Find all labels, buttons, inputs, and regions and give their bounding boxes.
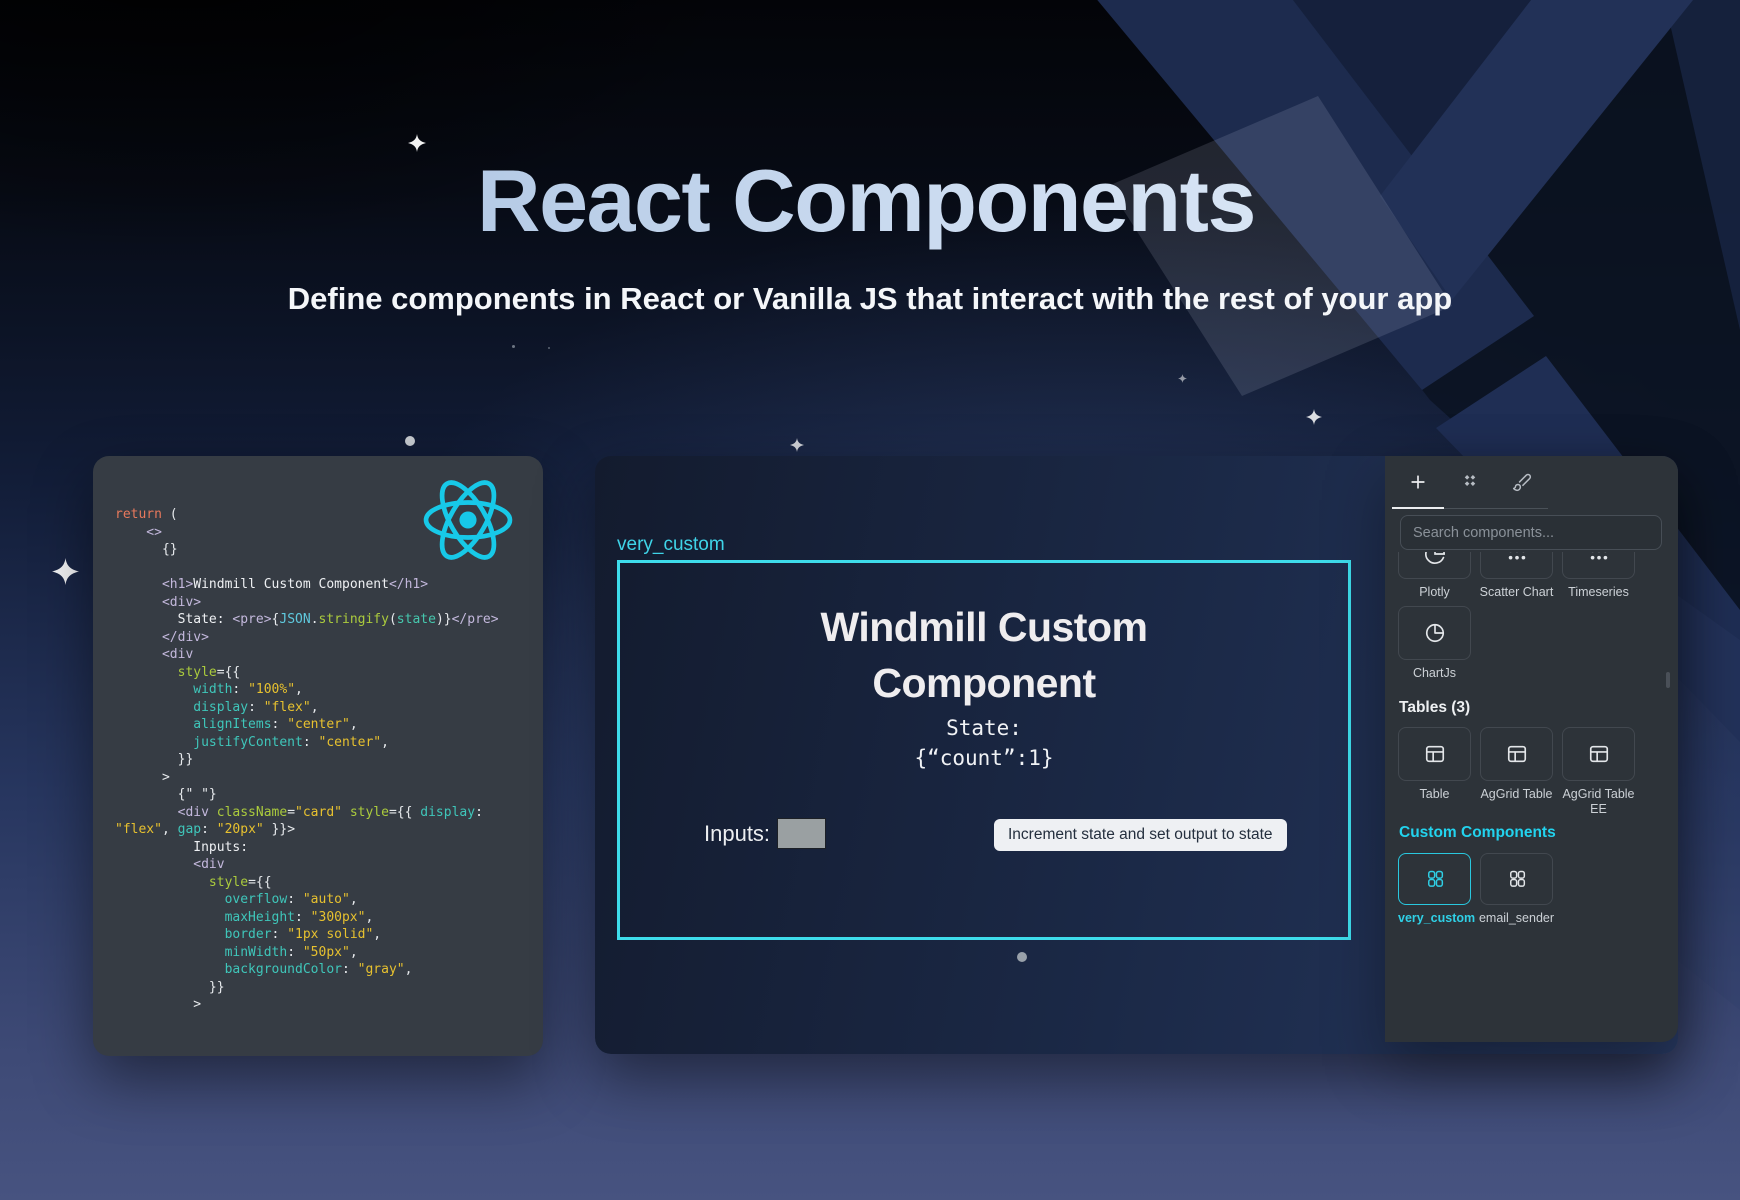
component-card-email-sender[interactable]: email_sender <box>1480 853 1553 926</box>
dot-decoration <box>512 345 515 348</box>
dots-grid-icon <box>1506 552 1528 565</box>
tab-styling[interactable] <box>1496 456 1548 508</box>
page-title: React Components <box>0 150 1732 252</box>
sparkle-decoration <box>1306 409 1322 425</box>
pie-chart-icon <box>1424 622 1446 644</box>
component-card-table[interactable]: Table <box>1398 727 1471 802</box>
state-value: {“count”:1} <box>620 743 1348 773</box>
sparkle-decoration <box>790 438 804 452</box>
dots-grid-icon <box>1588 552 1610 565</box>
brush-icon <box>1512 472 1532 492</box>
dot-decoration <box>548 347 550 349</box>
tab-insert-component[interactable] <box>1392 456 1444 509</box>
component-card-timeseries[interactable]: Timeseries <box>1562 552 1635 600</box>
component-card-very-custom[interactable]: very_custom <box>1398 853 1471 926</box>
component-state-display: State: {“count”:1} <box>620 713 1348 773</box>
sidebar-scrollbar[interactable] <box>1666 672 1670 688</box>
table-icon <box>1588 743 1610 765</box>
component-card-scatter-chart[interactable]: Scatter Chart <box>1480 552 1553 600</box>
code-editor-panel: return ( <> {} <h1>Windmill Custom Compo… <box>93 456 543 1056</box>
code-block: return ( <> {} <h1>Windmill Custom Compo… <box>115 506 535 1046</box>
page-subtitle: Define components in React or Vanilla JS… <box>0 281 1740 317</box>
component-card-plotly[interactable]: Plotly <box>1398 552 1471 600</box>
selected-component-label: very_custom <box>617 534 725 556</box>
custom-component-icon <box>1424 868 1446 890</box>
dot-decoration <box>405 436 415 446</box>
custom-component-icon <box>1506 868 1528 890</box>
tables-section-title: Tables (3) <box>1399 699 1470 717</box>
component-card-aggrid-table-ee[interactable]: AgGrid Table EE <box>1562 727 1635 817</box>
state-label: State: <box>620 713 1348 743</box>
component-card-aggrid-table[interactable]: AgGrid Table <box>1480 727 1553 802</box>
gray-input-box[interactable] <box>777 818 826 849</box>
table-icon <box>1506 743 1528 765</box>
search-input[interactable] <box>1400 515 1662 550</box>
pie-arc-icon <box>1424 552 1446 565</box>
tab-components[interactable] <box>1444 456 1496 508</box>
increment-state-button[interactable]: Increment state and set output to state <box>994 819 1287 851</box>
selected-component-outline[interactable]: Windmill Custom Component State: {“count… <box>617 560 1351 940</box>
page: React Components Define components in Re… <box>0 0 1740 1200</box>
component-sidebar: Plotly Scatter Chart Timeseries ChartJs … <box>1385 456 1678 1042</box>
react-logo-icon <box>420 476 516 564</box>
components-icon <box>1460 472 1480 492</box>
custom-component-heading: Windmill Custom Component <box>734 599 1234 711</box>
sparkle-decoration <box>1178 370 1187 379</box>
custom-components-section-title: Custom Components <box>1399 824 1556 842</box>
component-resize-handle[interactable] <box>1017 952 1027 962</box>
sidebar-tabstrip <box>1392 456 1548 509</box>
plus-icon <box>1408 472 1428 492</box>
table-icon <box>1424 743 1446 765</box>
component-card-chartjs[interactable]: ChartJs <box>1398 606 1471 681</box>
inputs-label: Inputs: <box>704 821 770 847</box>
sparkle-decoration <box>52 558 79 585</box>
